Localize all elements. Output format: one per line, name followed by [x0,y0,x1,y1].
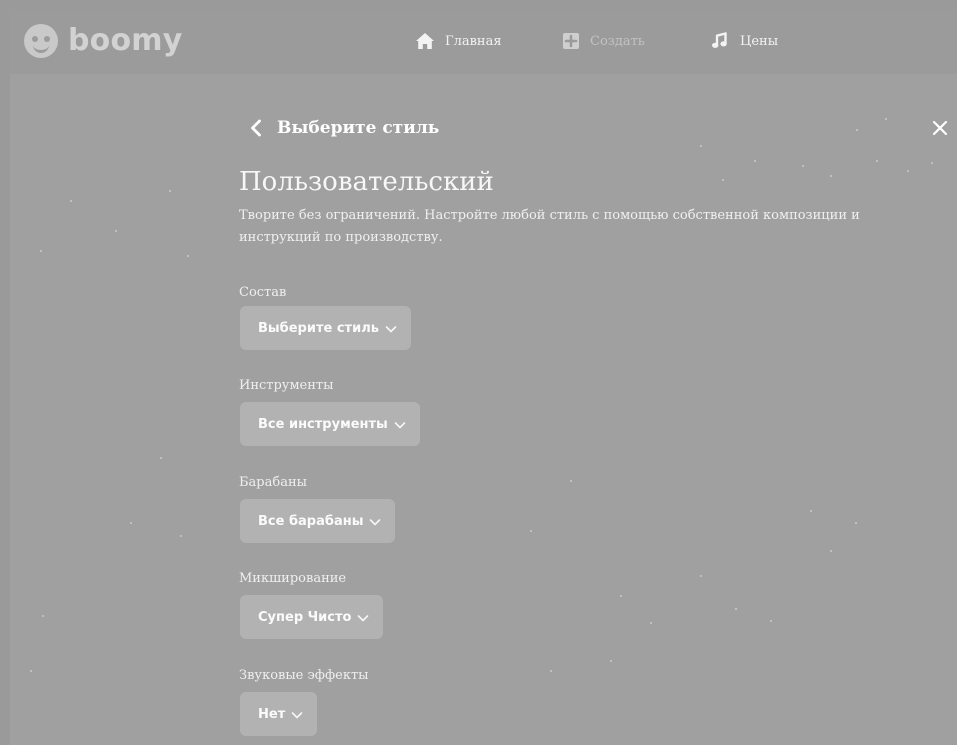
chevron-left-icon [249,119,263,137]
composition-select-value: Выберите стиль [258,320,379,336]
mixing-select-value: Супер Чисто [258,609,352,625]
chevron-down-icon [291,710,303,720]
style-selection-panel: Выберите стиль Пользовательский Творите … [10,10,957,745]
instruments-select-value: Все инструменты [258,416,388,432]
field-label-sound-effects: Звуковые эффекты [239,668,369,683]
field-label-mixing: Микширование [239,571,347,586]
field-label-composition: Состав [239,285,287,300]
drums-select-value: Все барабаны [258,513,364,529]
field-label-instruments: Инструменты [239,378,334,393]
drums-select[interactable]: Все барабаны [240,499,396,543]
field-label-drums: Барабаны [239,475,307,490]
back-button[interactable]: Выберите стиль [249,114,439,142]
chevron-down-icon [385,324,397,334]
close-button[interactable] [925,113,955,143]
chevron-down-icon [369,517,381,527]
app-window: boomy Главная Создать Цены Выберите стил… [10,10,957,745]
instruments-select[interactable]: Все инструменты [240,402,420,446]
close-icon [930,118,950,138]
back-title: Выберите стиль [277,118,440,138]
chevron-down-icon [357,613,369,623]
composition-select[interactable]: Выберите стиль [240,306,411,350]
sound-effects-select[interactable]: Нет [240,692,318,736]
sound-effects-select-value: Нет [258,706,286,722]
mixing-select[interactable]: Супер Чисто [240,595,384,639]
section-description: Творите без ограничений. Настройте любой… [239,208,860,245]
section-title: Пользовательский [239,167,494,197]
chevron-down-icon [394,420,406,430]
